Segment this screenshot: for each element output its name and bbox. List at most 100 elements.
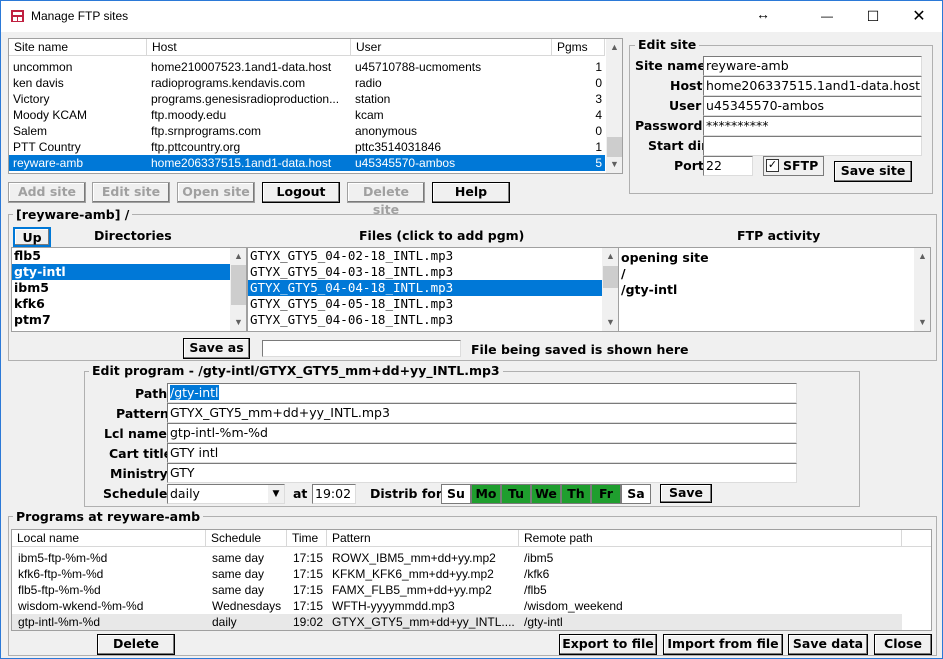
activity-line: opening site	[621, 250, 709, 265]
ftp-activity-list[interactable]: opening site //gty-intl ▲ ▼	[618, 247, 931, 332]
site-name-field[interactable]: reyware-amb	[703, 56, 922, 76]
file-item[interactable]: GTYX_GTY5_04-03-18_INTL.mp3	[248, 264, 602, 280]
save-as-field[interactable]	[262, 340, 461, 357]
save-site-button[interactable]: Save site	[834, 161, 912, 182]
maximize-button[interactable]: ☐	[850, 1, 896, 32]
col-time[interactable]: Time	[287, 530, 327, 547]
save-data-button[interactable]: Save data	[788, 634, 868, 655]
program-row[interactable]: kfk6-ftp-%m-%d same day 17:15 KFKM_KFK6_mm+…	[12, 566, 902, 582]
delete-site-button[interactable]: Delete site	[347, 182, 425, 217]
scroll-up-icon[interactable]: ▲	[230, 248, 246, 265]
site-row[interactable]: Salem ftp.srnprograms.com anonymous 0	[9, 123, 605, 139]
program-row[interactable]: wisdom-wkend-%m-%d Wednesdays 17:15 WFTH-yy…	[12, 598, 902, 614]
site-row[interactable]: reyware-amb home206337515.1and1-data.host…	[9, 155, 605, 171]
scroll-down-icon[interactable]: ▼	[914, 314, 930, 331]
scroll-up-icon[interactable]: ▲	[606, 39, 622, 56]
window-title: Manage FTP sites	[31, 9, 129, 23]
directory-item[interactable]: gty-intl	[12, 264, 230, 280]
directory-item[interactable]: kfk6	[12, 296, 230, 312]
start-dir-field[interactable]	[703, 136, 922, 156]
file-item[interactable]: GTYX_GTY5_04-04-18_INTL.mp3	[248, 280, 602, 296]
files-list[interactable]: GTYX_GTY5_04-02-18_INTL.mp3 GTYX_GTY5_04-…	[247, 247, 620, 332]
ftp-activity-header: FTP activity	[737, 228, 821, 243]
directory-item[interactable]: ibm5	[12, 280, 230, 296]
col-remote-path[interactable]: Remote path	[519, 530, 902, 547]
ministry-field[interactable]: GTY	[167, 463, 797, 483]
scroll-thumb[interactable]	[231, 265, 246, 305]
directory-item[interactable]: flb5	[12, 248, 230, 264]
save-as-button[interactable]: Save as	[183, 338, 250, 359]
col-pgms[interactable]: Pgms	[552, 39, 605, 56]
program-cell-pattern: WFTH-yyyymmdd.mp3	[332, 599, 455, 613]
cart-title-field[interactable]: GTY intl	[167, 443, 797, 463]
program-cell-local: kfk6-ftp-%m-%d	[18, 567, 104, 581]
add-site-button[interactable]: Add site	[8, 182, 86, 203]
day-toggle-tu[interactable]: Tu	[501, 484, 531, 504]
day-toggle-fr[interactable]: Fr	[591, 484, 621, 504]
chevron-down-icon[interactable]: ▼	[268, 485, 284, 503]
site-row[interactable]: uncommon home210007523.1and1-data.host u45…	[9, 59, 605, 75]
directories-list[interactable]: flb5 gty-intl ibm5 kfk6 ptm7 ▲ ▼	[11, 247, 247, 332]
port-field[interactable]: 22	[703, 156, 753, 176]
sites-list[interactable]: Site name Host User Pgms uncommon home210…	[8, 38, 623, 174]
save-program-button[interactable]: Save	[660, 484, 712, 503]
pattern-field[interactable]: GTYX_GTY5_mm+dd+yy_INTL.mp3	[167, 403, 797, 423]
col-host[interactable]: Host	[147, 39, 351, 56]
scroll-down-icon[interactable]: ▼	[230, 314, 246, 331]
host-field[interactable]: home206337515.1and1-data.host	[703, 76, 922, 96]
close-window-button[interactable]: ✕	[896, 1, 942, 32]
user-field[interactable]: u45345570-ambos	[703, 96, 922, 116]
scroll-thumb[interactable]	[603, 266, 618, 288]
help-button[interactable]: Help	[432, 182, 510, 203]
dirs-scrollbar[interactable]: ▲ ▼	[230, 248, 246, 331]
local-name-field[interactable]: gtp-intl-%m-%d	[167, 423, 797, 443]
program-row[interactable]: ibm5-ftp-%m-%d same day 17:15 ROWX_IBM5_mm+…	[12, 550, 902, 566]
col-local-name[interactable]: Local name	[12, 530, 206, 547]
directory-item[interactable]: ptm7	[12, 312, 230, 328]
path-field[interactable]: /gty-intl	[167, 383, 797, 403]
scroll-up-icon[interactable]: ▲	[602, 248, 619, 265]
export-to-file-button[interactable]: Export to file	[559, 634, 657, 655]
password-field[interactable]: **********	[703, 116, 922, 136]
program-row[interactable]: gtp-intl-%m-%d daily 19:02 GTYX_GTY5_mm+dd+…	[12, 614, 902, 630]
program-row[interactable]: flb5-ftp-%m-%d same day 17:15 FAMX_FLB5_mm+…	[12, 582, 902, 598]
activity-scrollbar[interactable]: ▲ ▼	[914, 248, 930, 331]
logout-button[interactable]: Logout	[262, 182, 340, 203]
site-row[interactable]: PTT Country ftp.pttcountry.org pttc3514031…	[9, 139, 605, 155]
col-site-name[interactable]: Site name	[9, 39, 147, 56]
file-item[interactable]: GTYX_GTY5_04-02-18_INTL.mp3	[248, 248, 602, 264]
open-site-button[interactable]: Open site	[177, 182, 255, 203]
col-schedule[interactable]: Schedule	[206, 530, 287, 547]
files-scrollbar[interactable]: ▲ ▼	[602, 248, 619, 331]
schedule-select[interactable]: daily ▼	[167, 484, 285, 504]
file-item[interactable]: GTYX_GTY5_04-06-18_INTL.mp3	[248, 312, 602, 328]
day-toggle-mo[interactable]: Mo	[471, 484, 501, 504]
day-toggle-sa[interactable]: Sa	[621, 484, 651, 504]
delete-pgm-button[interactable]: Delete pgm	[97, 634, 175, 659]
programs-list[interactable]: Local name Schedule Time Pattern Remote …	[11, 529, 932, 631]
site-row[interactable]: ken davis radioprograms.kendavis.com radio…	[9, 75, 605, 91]
minimize-button[interactable]: —	[804, 1, 850, 32]
scroll-down-icon[interactable]: ▼	[602, 314, 619, 331]
sftp-checkbox[interactable]: ✓	[766, 159, 779, 172]
scroll-down-icon[interactable]: ▼	[606, 156, 622, 173]
file-item[interactable]: GTYX_GTY5_04-05-18_INTL.mp3	[248, 296, 602, 312]
scroll-thumb[interactable]	[607, 137, 622, 157]
close-button[interactable]: Close	[874, 634, 932, 655]
day-toggle-su[interactable]: Su	[441, 484, 471, 504]
site-row[interactable]: Victory programs.genesisradioproduction..…	[9, 91, 605, 107]
up-button[interactable]: Up	[13, 227, 51, 247]
site-row[interactable]: Moody KCAM ftp.moody.edu kcam 4	[9, 107, 605, 123]
title-bar[interactable]: Manage FTP sites ↔ — ☐ ✕	[1, 1, 942, 32]
edit-site-title: Edit site	[635, 37, 700, 52]
day-toggle-we[interactable]: We	[531, 484, 561, 504]
col-pattern[interactable]: Pattern	[327, 530, 519, 547]
scroll-up-icon[interactable]: ▲	[914, 248, 930, 265]
day-toggle-th[interactable]: Th	[561, 484, 591, 504]
sites-scrollbar[interactable]: ▲ ▼	[606, 39, 622, 173]
edit-site-button[interactable]: Edit site	[92, 182, 170, 203]
import-from-file-button[interactable]: Import from file	[663, 634, 783, 655]
time-field[interactable]: 19:02	[312, 484, 356, 504]
col-user[interactable]: User	[351, 39, 552, 56]
program-cell-schedule: same day	[212, 551, 265, 565]
